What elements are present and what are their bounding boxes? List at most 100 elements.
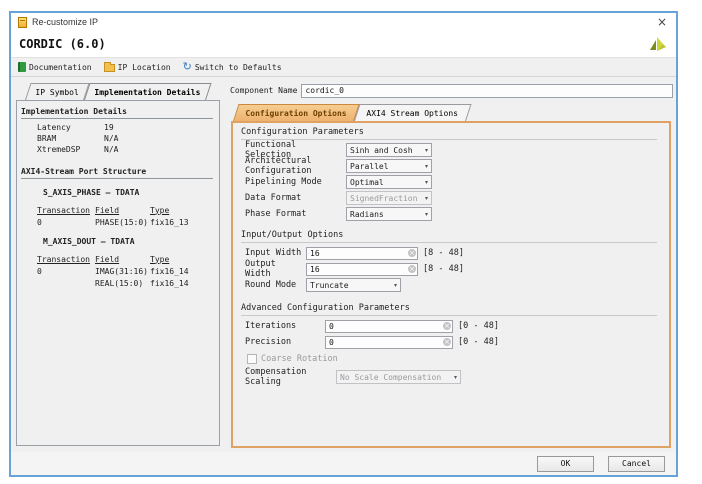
pipelining-mode-value: Optimal [350, 178, 384, 187]
phase-format-select[interactable]: Radians ▾ [346, 207, 432, 221]
right-tab-bar: Configuration Options AXI4 Stream Option… [233, 104, 466, 121]
switch-to-defaults-label: Switch to Defaults [195, 63, 282, 72]
pipelining-mode-row: Pipelining Mode Optimal ▾ [233, 174, 669, 190]
ip-window-icon [18, 17, 27, 28]
latency-label: Latency [37, 123, 104, 132]
architectural-configuration-value: Parallel [350, 162, 389, 171]
tab-implementation-details[interactable]: Implementation Details [84, 83, 211, 100]
refresh-icon: ↻ [183, 62, 192, 72]
chevron-down-icon: ▾ [425, 179, 428, 186]
advanced-configuration-heading: Advanced Configuration Parameters [241, 303, 657, 316]
clear-icon[interactable]: × [408, 265, 416, 273]
precision-field[interactable] [325, 336, 453, 349]
precision-label: Precision [245, 337, 325, 347]
page-title: CORDIC (6.0) [19, 37, 106, 51]
documentation-button[interactable]: Documentation [18, 62, 92, 72]
m-axis-dout-title: M_AXIS_DOUT — TDATA [17, 237, 219, 249]
chevron-down-icon: ▾ [425, 163, 428, 170]
coarse-rotation-label: Coarse Rotation [261, 354, 338, 364]
phase-format-label: Phase Format [245, 209, 346, 219]
s-axis-phase-table: Transaction Field Type 0 PHASE(15:0) fix… [37, 204, 215, 228]
cancel-button[interactable]: Cancel [608, 456, 665, 472]
chevron-down-icon: ▾ [454, 374, 457, 381]
cell-field: IMAG(31:16) [95, 267, 150, 276]
clear-icon[interactable]: × [443, 338, 451, 346]
component-name-input[interactable] [301, 84, 673, 98]
cell-type: fix16_14 [150, 267, 215, 276]
coarse-rotation-checkbox [247, 354, 257, 364]
phase-format-row: Phase Format Radians ▾ [233, 206, 669, 222]
table-row: 0 PHASE(15:0) fix16_13 [37, 216, 215, 228]
col-transaction: Transaction [37, 255, 95, 264]
folder-icon [104, 64, 115, 72]
round-mode-label: Round Mode [245, 280, 306, 290]
latency-row: Latency 19 [17, 122, 219, 133]
cell-field: REAL(15:0) [95, 279, 150, 288]
compensation-scaling-value: No Scale Compensation [340, 373, 441, 382]
data-format-select: SignedFraction ▾ [346, 191, 432, 205]
clear-icon[interactable]: × [443, 322, 451, 330]
table-row: 0 IMAG(31:16) fix16_14 [37, 265, 215, 277]
tab-ip-symbol[interactable]: IP Symbol [25, 83, 90, 100]
precision-row: Precision × [0 - 48] [233, 334, 669, 350]
iterations-label: Iterations [245, 321, 325, 331]
xilinx-logo [646, 34, 668, 60]
compensation-scaling-row: Compensation Scaling No Scale Compensati… [233, 368, 669, 386]
output-width-row: Output Width × [8 - 48] [233, 261, 669, 277]
ok-button[interactable]: OK [537, 456, 594, 472]
cell-field: PHASE(15:0) [95, 218, 150, 227]
ip-location-button[interactable]: IP Location [104, 62, 171, 72]
component-name-row: Component Name [230, 83, 673, 98]
architectural-configuration-row: Architectural Configuration Parallel ▾ [233, 158, 669, 174]
tab-configuration-options[interactable]: Configuration Options [233, 104, 360, 121]
table-header-row: Transaction Field Type [37, 204, 215, 216]
main-area: IP Symbol Implementation Details Impleme… [11, 77, 676, 452]
xtremedsp-value: N/A [104, 145, 118, 154]
input-width-field[interactable] [306, 247, 418, 260]
switch-to-defaults-button[interactable]: ↻ Switch to Defaults [183, 62, 282, 72]
tab-axi4-stream-options[interactable]: AXI4 Stream Options [354, 104, 471, 121]
close-button[interactable]: × [655, 16, 669, 28]
tab-configuration-options-label: Configuration Options [246, 109, 347, 118]
chevron-down-icon: ▾ [425, 147, 428, 154]
configuration-parameters-heading: Configuration Parameters [241, 127, 657, 140]
round-mode-select[interactable]: Truncate ▾ [306, 278, 401, 292]
tab-implementation-details-label: Implementation Details [95, 88, 201, 97]
book-icon [18, 62, 26, 72]
precision-range: [0 - 48] [458, 337, 499, 347]
footer-bar: OK Cancel [11, 452, 676, 475]
configuration-options-panel: Configuration Parameters Functional Sele… [231, 121, 671, 448]
chevron-down-icon: ▾ [425, 195, 428, 202]
pipelining-mode-label: Pipelining Mode [245, 177, 346, 187]
toolbar: Documentation IP Location ↻ Switch to De… [11, 57, 676, 77]
input-width-range: [8 - 48] [423, 248, 464, 258]
functional-selection-select[interactable]: Sinh and Cosh ▾ [346, 143, 432, 157]
chevron-down-icon: ▾ [425, 211, 428, 218]
clear-icon[interactable]: × [408, 249, 416, 257]
cell-transaction: 0 [37, 267, 95, 276]
iterations-field[interactable] [325, 320, 453, 333]
implementation-details-heading: Implementation Details [21, 107, 213, 119]
architectural-configuration-label: Architectural Configuration [245, 156, 346, 176]
m-axis-dout-table: Transaction Field Type 0 IMAG(31:16) fix… [37, 253, 215, 289]
data-format-row: Data Format SignedFraction ▾ [233, 190, 669, 206]
axi4-port-structure-heading: AXI4-Stream Port Structure [21, 167, 213, 179]
cell-type: fix16_14 [150, 279, 215, 288]
pipelining-mode-select[interactable]: Optimal ▾ [346, 175, 432, 189]
col-type: Type [150, 255, 215, 264]
functional-selection-value: Sinh and Cosh [350, 146, 413, 155]
tab-axi4-stream-options-label: AXI4 Stream Options [367, 109, 459, 118]
s-axis-phase-title: S_AXIS_PHASE — TDATA [17, 188, 219, 200]
ip-location-label: IP Location [118, 63, 171, 72]
output-width-field[interactable] [306, 263, 418, 276]
data-format-value: SignedFraction [350, 194, 417, 203]
xtremedsp-row: XtremeDSP N/A [17, 144, 219, 155]
col-transaction: Transaction [37, 206, 95, 215]
output-width-range: [8 - 48] [423, 264, 464, 274]
architectural-configuration-select[interactable]: Parallel ▾ [346, 159, 432, 173]
implementation-details-panel: Implementation Details Latency 19 BRAM N… [16, 100, 220, 446]
round-mode-row: Round Mode Truncate ▾ [233, 277, 669, 293]
input-output-options-heading: Input/Output Options [241, 230, 657, 243]
left-tab-bar: IP Symbol Implementation Details [25, 83, 206, 100]
recustomize-ip-dialog: Re-customize IP × CORDIC (6.0) Documenta… [9, 11, 678, 477]
